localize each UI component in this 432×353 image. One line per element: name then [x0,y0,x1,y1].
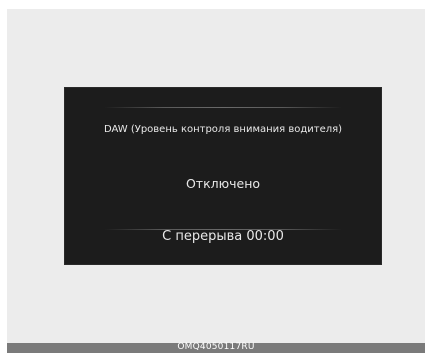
figure-code: OMQ4050117RU [177,342,255,352]
top-divider [104,107,342,108]
daw-title: DAW (Уровень контроля внимания водителя) [103,124,343,135]
page: DAW (Уровень контроля внимания водителя)… [0,0,432,353]
since-break-timer: С перерыва 00:00 [162,229,284,244]
daw-display-screen: DAW (Уровень контроля внимания водителя)… [64,87,382,265]
caption-bar: OMQ4050117RU [7,342,425,353]
daw-status: Отключено [185,176,261,191]
